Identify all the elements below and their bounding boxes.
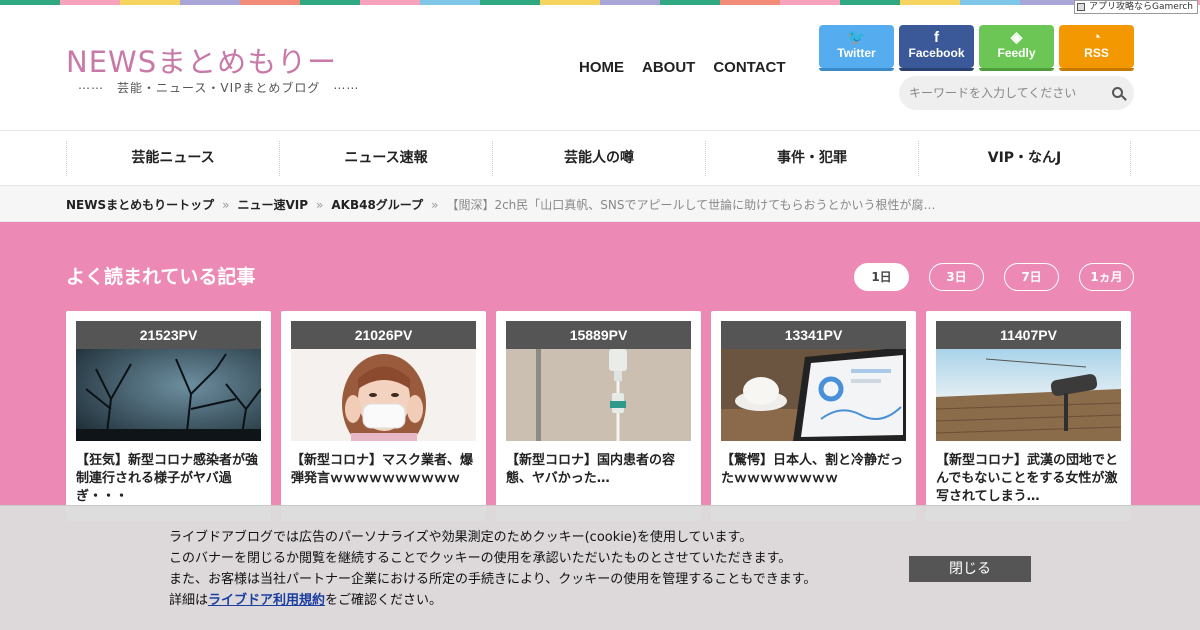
breadcrumb-separator: » (222, 198, 230, 212)
article-thumbnail[interactable] (291, 349, 476, 441)
breadcrumb-home[interactable]: NEWSまとめもりートップ (66, 198, 214, 212)
article-thumbnail[interactable] (936, 349, 1121, 441)
cookie-detail-suffix: をご確認ください。 (325, 593, 443, 608)
pageview-count: 21026PV (291, 321, 476, 349)
rss-icon: ◔ (1091, 29, 1102, 46)
feedly-icon: ◈ (1010, 29, 1023, 46)
breadcrumb-separator: » (431, 198, 439, 212)
site-logo[interactable]: NEWSまとめもりー (66, 39, 337, 81)
site-tagline: ⋯⋯ 芸能・ニュース・VIPまとめブログ ⋯⋯ (78, 81, 360, 95)
rss-button[interactable]: ◔ RSS (1059, 25, 1134, 71)
facebook-button[interactable]: f Facebook (899, 25, 974, 71)
category-celebrity-rumors[interactable]: 芸能人の噂 (492, 141, 705, 176)
breadcrumb-category[interactable]: ニュー速VIP (237, 198, 308, 212)
page: アプリ攻略ならGamerch NEWSまとめもりー ⋯⋯ 芸能・ニュース・VIP… (0, 0, 1200, 630)
pageview-count: 13341PV (721, 321, 906, 349)
cookie-banner: ライブドアブログでは広告のパーソナライズや効果測定のためクッキー(cookie)… (0, 505, 1200, 630)
article-thumbnail[interactable] (506, 349, 691, 441)
breadcrumb-separator: » (316, 198, 324, 212)
article-title[interactable]: 【新型コロナ】マスク業者、爆弾発言ｗｗｗｗｗｗｗｗｗｗ (291, 452, 476, 488)
social-button-label: Feedly (997, 46, 1036, 60)
search-input[interactable] (899, 76, 1094, 110)
cookie-line: ライブドアブログでは広告のパーソナライズや効果測定のためクッキー(cookie)… (169, 530, 753, 545)
article-card[interactable]: 15889PV 【新型コロナ】国内患者の容態、ヤバかった… (496, 311, 701, 521)
facebook-icon: f (934, 29, 939, 46)
tab-1day[interactable]: 1日 (854, 263, 909, 291)
article-title[interactable]: 【新型コロナ】国内患者の容態、ヤバかった… (506, 452, 691, 488)
cookie-detail-prefix: 詳細は (169, 593, 209, 608)
pageview-count: 21523PV (76, 321, 261, 349)
category-nav: 芸能ニュース ニュース速報 芸能人の噂 事件・犯罪 VIP・なんJ (0, 130, 1200, 186)
popular-title: よく読まれている記事 (66, 266, 256, 288)
nav-contact-link[interactable]: CONTACT (713, 59, 785, 76)
tab-1month[interactable]: 1ヵ月 (1079, 263, 1134, 291)
social-buttons: 🐦 Twitter f Facebook ◈ Feedly ◔ RSS (819, 25, 1134, 71)
social-button-label: Facebook (908, 46, 965, 60)
social-button-label: Twitter (837, 46, 876, 60)
search-icon[interactable] (1112, 87, 1123, 98)
pageview-count: 11407PV (936, 321, 1121, 349)
article-cards: 21523PV 【狂気】新型コロナ感染者が強制連行される様子がヤバ過ぎ・・・ 2… (66, 311, 1131, 521)
site-header: NEWSまとめもりー ⋯⋯ 芸能・ニュース・VIPまとめブログ ⋯⋯ HOME … (0, 5, 1200, 130)
search-box (899, 76, 1134, 110)
breadcrumb: NEWSまとめもりートップ » ニュー速VIP » AKB48グループ » 【閲深】2ch民… (0, 186, 1200, 222)
twitter-button[interactable]: 🐦 Twitter (819, 25, 894, 71)
pageview-count: 15889PV (506, 321, 691, 349)
article-thumbnail[interactable] (76, 349, 261, 441)
feedly-button[interactable]: ◈ Feedly (979, 25, 1054, 71)
period-tabs: 1日 3日 7日 1ヵ月 (854, 263, 1134, 291)
article-thumbnail[interactable] (721, 349, 906, 441)
article-title[interactable]: 【新型コロナ】武漢の団地でとんでもないことをする女性が激写されてしまう… (936, 452, 1121, 506)
global-nav: HOME ABOUT CONTACT (579, 59, 786, 76)
article-card[interactable]: 21026PV 【新型コロナ】マスク業者、爆弾発言ｗｗｗｗｗｗｗｗｗｗ (281, 311, 486, 521)
breadcrumb-current: 【閲深】2ch民「山口真帆、SNSでアピールして世論に助けてもらおうとかいう根性… (446, 198, 936, 212)
article-card[interactable]: 21523PV 【狂気】新型コロナ感染者が強制連行される様子がヤバ過ぎ・・・ (66, 311, 271, 521)
social-button-label: RSS (1084, 46, 1109, 60)
category-entertainment-news[interactable]: 芸能ニュース (66, 141, 279, 176)
bird-icon: 🐦 (847, 29, 866, 46)
breadcrumb-subcategory[interactable]: AKB48グループ (331, 198, 423, 212)
cookie-line: また、お客様は当社パートナー企業における所定の手続きにより、クッキーの使用を管理… (169, 572, 817, 587)
nav-about-link[interactable]: ABOUT (642, 59, 695, 76)
tab-7days[interactable]: 7日 (1004, 263, 1059, 291)
article-card[interactable]: 11407PV 【新型コロナ】武漢の団地でとんでもないことをする女性が激写されて… (926, 311, 1131, 521)
cookie-line: このバナーを閉じるか閲覧を継続することでクッキーの使用を承認いただいたものとさせ… (169, 551, 792, 566)
article-card[interactable]: 13341PV 【驚愕】日本人、割と冷静だったｗｗｗｗｗｗｗｗ (711, 311, 916, 521)
category-vip-nanj[interactable]: VIP・なんJ (918, 141, 1131, 176)
category-incidents-crime[interactable]: 事件・犯罪 (705, 141, 918, 176)
cookie-close-button[interactable]: 閉じる (909, 556, 1031, 582)
article-title[interactable]: 【狂気】新型コロナ感染者が強制連行される様子がヤバ過ぎ・・・ (76, 452, 261, 506)
terms-link[interactable]: ライブドア利用規約 (208, 593, 325, 608)
cookie-line: 詳細はライブドア利用規約をご確認ください。 (169, 590, 816, 611)
category-breaking-news[interactable]: ニュース速報 (279, 141, 492, 176)
cookie-notice-text: ライブドアブログでは広告のパーソナライズや効果測定のためクッキー(cookie)… (169, 527, 816, 611)
nav-home-link[interactable]: HOME (579, 59, 624, 76)
tab-3days[interactable]: 3日 (929, 263, 984, 291)
article-title[interactable]: 【驚愕】日本人、割と冷静だったｗｗｗｗｗｗｗｗ (721, 452, 906, 488)
